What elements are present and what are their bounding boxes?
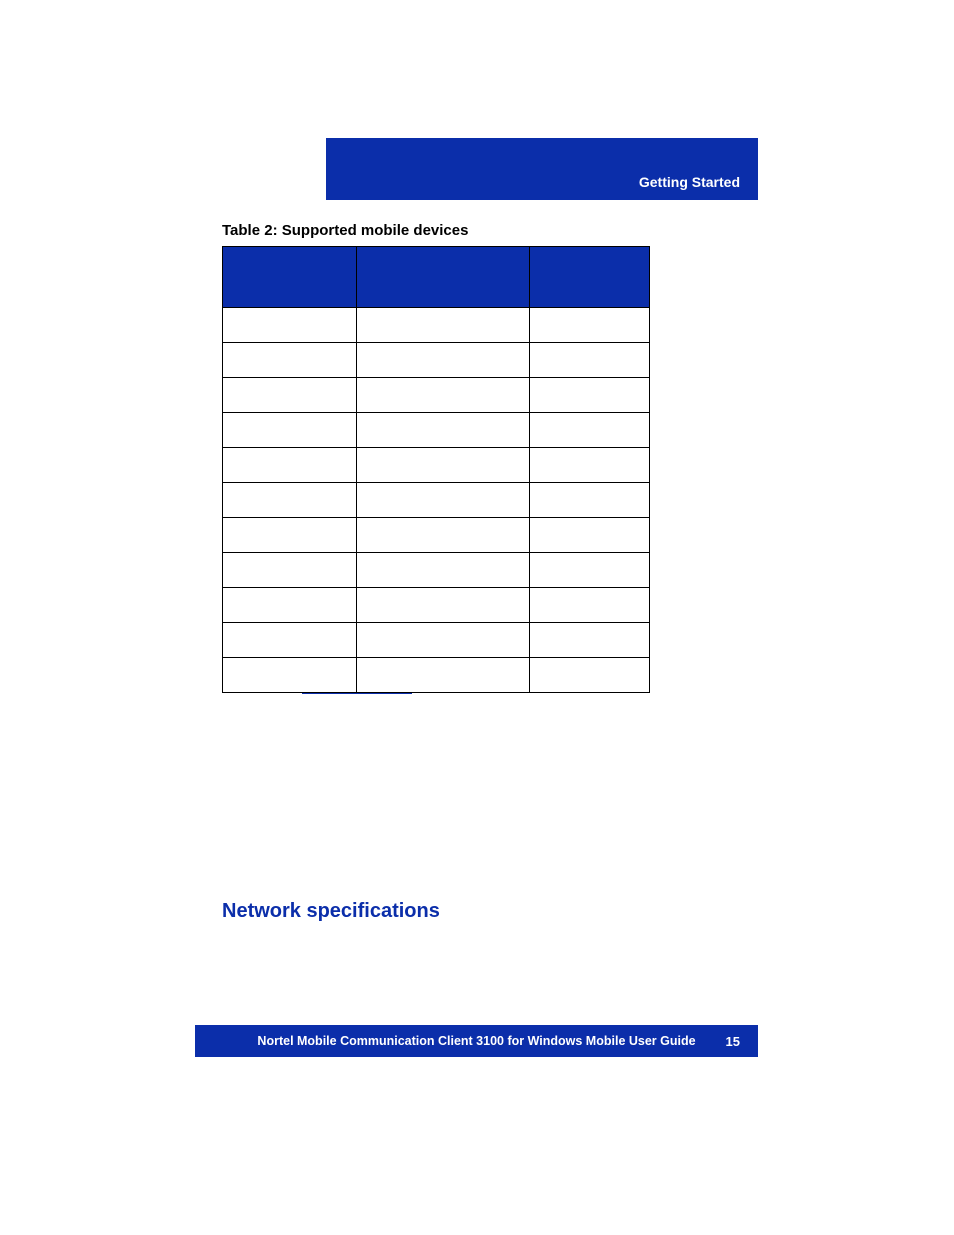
table-header-row: [223, 247, 650, 308]
table-row: [223, 448, 650, 483]
table-row: [223, 623, 650, 658]
table-cell: [529, 413, 649, 448]
table-cell: [529, 483, 649, 518]
table-cell: [356, 518, 529, 553]
supported-devices-table: [222, 246, 650, 693]
table-cell: [223, 413, 357, 448]
table-cell: [223, 343, 357, 378]
table-cell: [529, 658, 649, 693]
table-cell: [529, 378, 649, 413]
table-cell: [529, 343, 649, 378]
table-cell: [356, 343, 529, 378]
link-underline[interactable]: [302, 693, 412, 694]
table-row: [223, 378, 650, 413]
table-cell: [356, 658, 529, 693]
header-band: Getting Started: [326, 138, 758, 200]
table-cell: [529, 623, 649, 658]
table-header-cell: [356, 247, 529, 308]
footer-band: Nortel Mobile Communication Client 3100 …: [195, 1025, 758, 1057]
header-section-name: Getting Started: [639, 174, 740, 190]
table-cell: [223, 483, 357, 518]
table-cell: [356, 378, 529, 413]
table-cell: [356, 483, 529, 518]
table-cell: [223, 553, 357, 588]
table-cell: [356, 588, 529, 623]
section-heading-network-specifications: Network specifications: [222, 900, 440, 923]
footer-document-title: Nortel Mobile Communication Client 3100 …: [257, 1034, 695, 1048]
table-cell: [223, 588, 357, 623]
table-header-cell: [529, 247, 649, 308]
table-row: [223, 553, 650, 588]
table-cell: [529, 553, 649, 588]
footer-page-number: 15: [726, 1034, 740, 1049]
document-page: Getting Started Table 2: Supported mobil…: [0, 0, 954, 1235]
table-cell: [529, 518, 649, 553]
table-row: [223, 658, 650, 693]
table-row: [223, 483, 650, 518]
table-cell: [356, 413, 529, 448]
table-cell: [356, 448, 529, 483]
table-cell: [529, 588, 649, 623]
table-cell: [223, 658, 357, 693]
table-cell: [223, 518, 357, 553]
table-cell: [223, 623, 357, 658]
table-row: [223, 308, 650, 343]
table-cell: [223, 448, 357, 483]
table-cell: [529, 308, 649, 343]
table-cell: [223, 378, 357, 413]
table-cell: [223, 308, 357, 343]
table-row: [223, 518, 650, 553]
table-cell: [356, 623, 529, 658]
table-cell: [356, 308, 529, 343]
table-caption: Table 2: Supported mobile devices: [222, 222, 468, 239]
table-row: [223, 343, 650, 378]
table-row: [223, 588, 650, 623]
table-cell: [529, 448, 649, 483]
table-header-cell: [223, 247, 357, 308]
table-cell: [356, 553, 529, 588]
table-row: [223, 413, 650, 448]
